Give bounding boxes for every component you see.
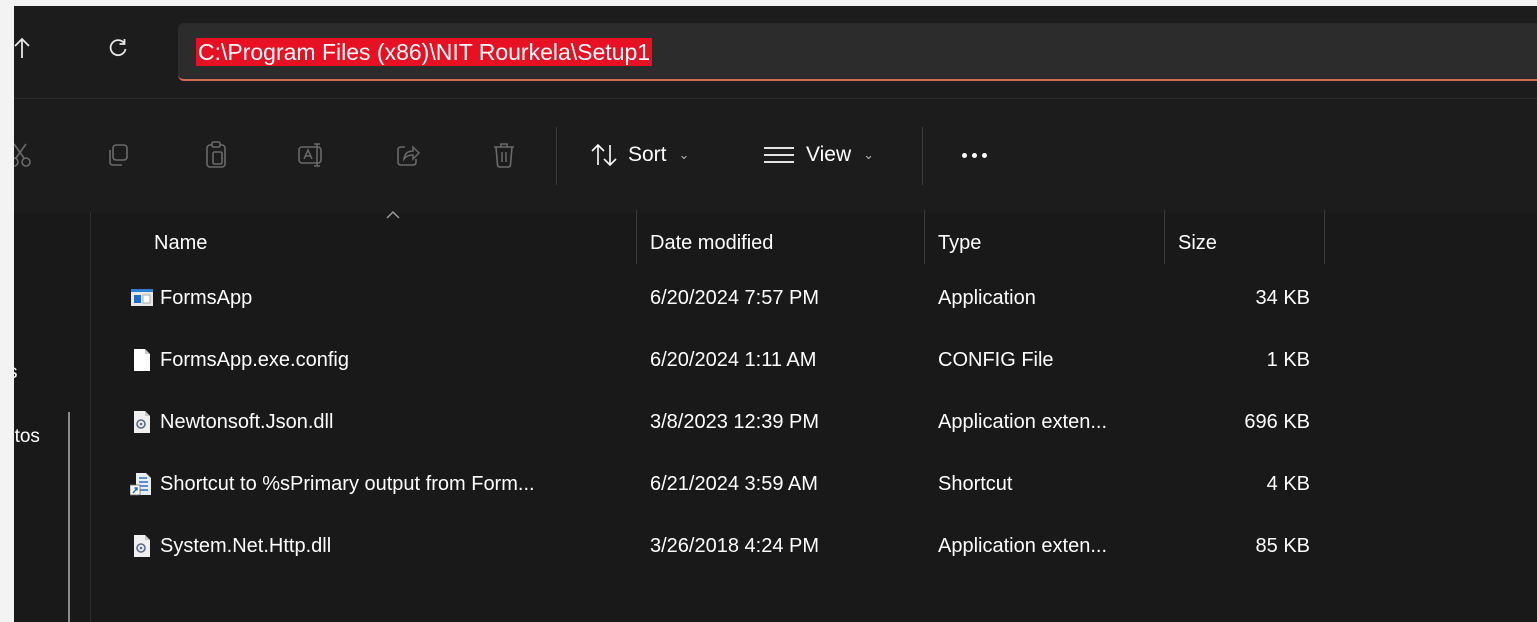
chevron-down-icon: ⌄ [678, 147, 690, 162]
dll-icon [134, 535, 150, 557]
rename-icon[interactable] [296, 139, 328, 171]
address-path[interactable]: C:\Program Files (x86)\NIT Rourkela\Setu… [196, 38, 653, 66]
dll-icon [134, 411, 150, 433]
file-date: 6/20/2024 1:11 AM [650, 349, 817, 371]
file-name[interactable]: FormsApp [160, 270, 252, 326]
file-name[interactable]: Shortcut to %sPrimary output from Form..… [160, 456, 535, 512]
shortcut-icon [130, 473, 151, 496]
more-dot [961, 152, 967, 158]
file-size: 4 KB [1266, 473, 1310, 495]
sort-button[interactable]: Sort ⌄ [590, 139, 689, 171]
file-type: Application exten... [938, 535, 1107, 557]
nav-pane-scrollbar[interactable] [68, 412, 70, 622]
command-separator [556, 127, 557, 185]
column-header-name[interactable]: Name [154, 223, 207, 263]
column-separator[interactable] [1164, 210, 1165, 264]
nav-pane-item[interactable]: otos [14, 426, 40, 448]
column-separator[interactable] [924, 210, 925, 264]
file-size: 34 KB [1255, 287, 1310, 309]
file-size: 85 KB [1255, 535, 1310, 557]
copy-icon[interactable] [102, 139, 134, 171]
file-row[interactable]: FormsApp 6/20/2024 7:57 PM Application 3… [124, 270, 1334, 326]
file-name[interactable]: System.Net.Http.dll [160, 518, 331, 574]
refresh-icon[interactable] [102, 32, 134, 64]
chevron-down-icon: ⌄ [863, 147, 875, 162]
file-date: 3/8/2023 12:39 PM [650, 411, 820, 433]
nav-pane-item[interactable]: s [14, 362, 18, 384]
command-separator [922, 127, 923, 185]
paste-icon[interactable] [200, 139, 232, 171]
column-header-size[interactable]: Size [1178, 223, 1217, 263]
view-list-icon [764, 147, 794, 163]
share-icon[interactable] [392, 139, 424, 171]
column-header-date-modified[interactable]: Date modified [650, 223, 773, 263]
navigation-pane: s otos [14, 212, 90, 622]
command-bar: Sort ⌄ View ⌄ [14, 98, 1537, 213]
up-arrow-icon[interactable] [14, 32, 38, 64]
view-label: View [806, 143, 852, 166]
file-name[interactable]: Newtonsoft.Json.dll [160, 394, 333, 450]
file-name[interactable]: FormsApp.exe.config [160, 332, 349, 388]
application-icon [131, 289, 153, 306]
file-icon [134, 349, 150, 371]
sort-label: Sort [628, 143, 667, 166]
pane-divider[interactable] [90, 212, 91, 622]
address-row: C:\Program Files (x86)\NIT Rourkela\Setu… [14, 6, 1537, 98]
view-button[interactable]: View ⌄ [762, 139, 874, 171]
file-date: 6/21/2024 3:59 AM [650, 473, 818, 495]
sort-icon [591, 143, 617, 167]
file-size: 696 KB [1244, 411, 1310, 433]
address-bar[interactable]: C:\Program Files (x86)\NIT Rourkela\Setu… [178, 23, 1537, 81]
file-date: 3/26/2018 4:24 PM [650, 535, 820, 557]
file-type: CONFIG File [938, 349, 1054, 371]
sort-ascending-icon [386, 210, 400, 219]
cut-icon[interactable] [14, 139, 36, 171]
file-explorer-window: C:\Program Files (x86)\NIT Rourkela\Setu… [14, 6, 1537, 622]
file-type: Shortcut [938, 473, 1013, 495]
more-options-button[interactable] [954, 139, 994, 171]
file-row[interactable]: Newtonsoft.Json.dll 3/8/2023 12:39 PM Ap… [124, 394, 1334, 450]
file-row[interactable]: System.Net.Http.dll 3/26/2018 4:24 PM Ap… [124, 518, 1334, 574]
file-row[interactable]: FormsApp.exe.config 6/20/2024 1:11 AM CO… [124, 332, 1334, 388]
column-header-type[interactable]: Type [938, 223, 981, 263]
file-type: Application exten... [938, 411, 1107, 433]
file-type: Application [938, 287, 1036, 309]
delete-icon[interactable] [488, 139, 520, 171]
file-size: 1 KB [1266, 349, 1310, 371]
file-row[interactable]: Shortcut to %sPrimary output from Form..… [124, 456, 1334, 512]
more-dot [971, 152, 977, 158]
file-date: 6/20/2024 7:57 PM [650, 287, 820, 309]
column-separator[interactable] [1324, 210, 1325, 264]
more-dot [981, 152, 987, 158]
column-separator[interactable] [636, 210, 637, 264]
